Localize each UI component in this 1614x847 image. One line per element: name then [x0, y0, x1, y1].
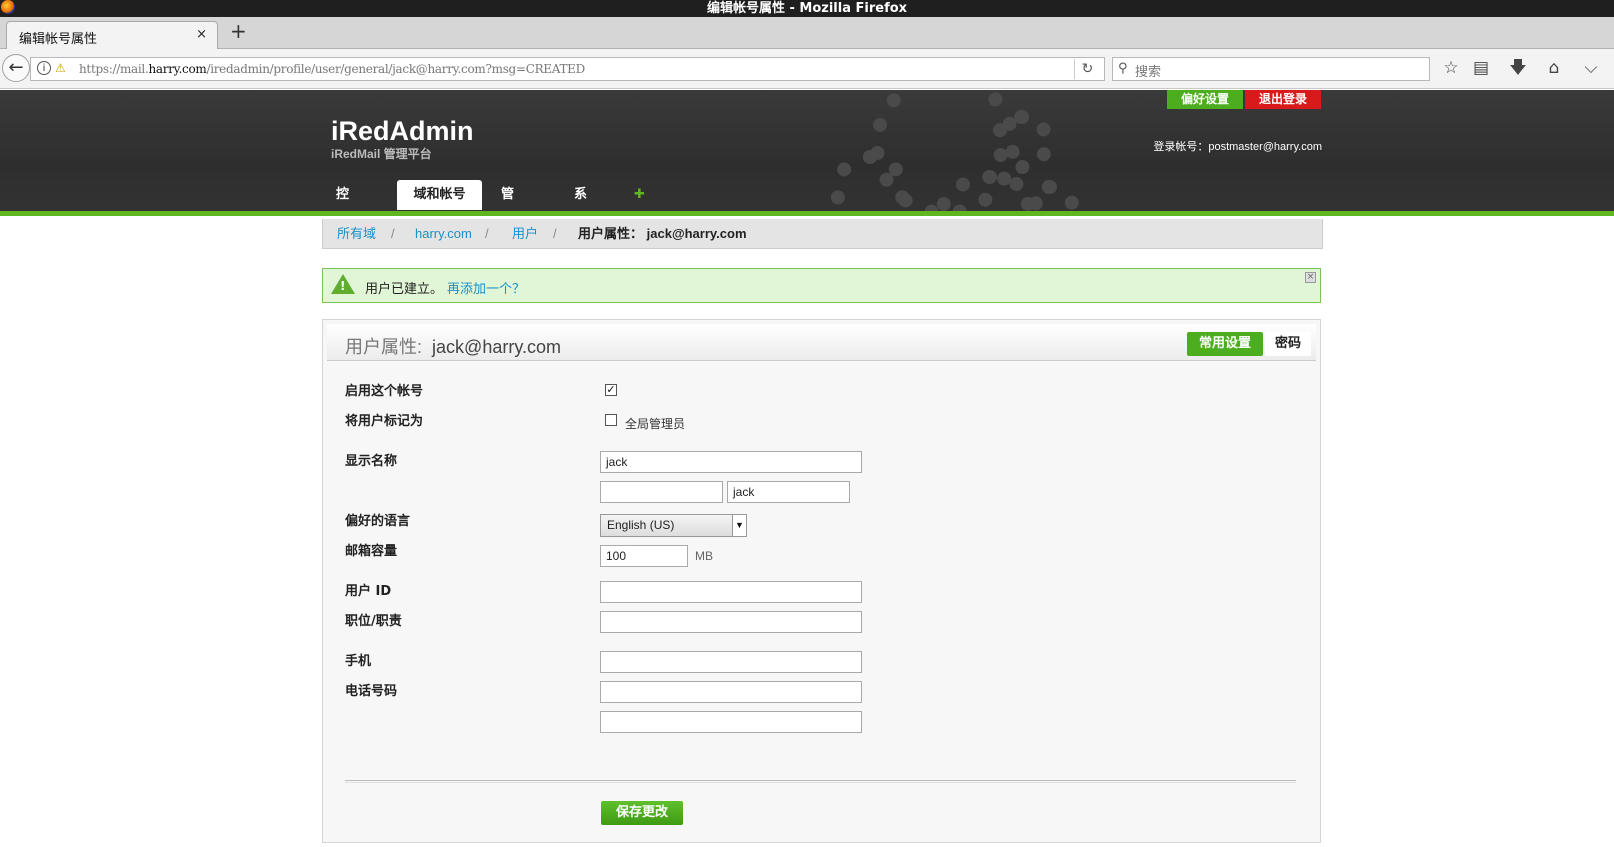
firefox-logo-icon	[1, 0, 15, 14]
search-placeholder: 搜索	[1135, 65, 1162, 80]
back-arrow-icon[interactable]: ←	[2, 54, 30, 82]
tab-general-settings[interactable]: 常用设置	[1187, 332, 1263, 356]
brand-subtitle: iRedMail 管理平台	[331, 147, 432, 161]
mobile-input[interactable]	[600, 651, 862, 673]
success-notice: 用户已建立。再添加一个？ ×	[322, 268, 1321, 303]
brand-title[interactable]: iRedAdmin	[331, 116, 474, 147]
preferences-button[interactable]: 偏好设置	[1167, 90, 1243, 109]
user-profile-box: 用户属性: jack@harry.com 常用设置 密码 启用这个帐号 ✓ 将用…	[322, 319, 1321, 843]
insecure-lock-icon[interactable]: ⚠	[55, 61, 69, 75]
window-title: 编辑帐号属性 - Mozilla Firefox	[706, 1, 908, 16]
download-icon[interactable]: 🡇	[1507, 57, 1529, 79]
browser-navbar: ← i ⚠ https://mail.harry.com/iredadmin/p…	[0, 49, 1614, 89]
save-changes-button[interactable]: 保存更改	[601, 801, 683, 825]
browser-tab[interactable]: 编辑帐号属性 ×	[6, 21, 218, 49]
language-value: English (US)	[607, 518, 675, 532]
home-icon[interactable]: ⌂	[1543, 57, 1565, 79]
search-icon: ⚲	[1118, 61, 1128, 76]
nav-admins[interactable]: 管理员	[492, 180, 523, 262]
enable-account-label: 启用这个帐号	[345, 384, 424, 399]
breadcrumb-users[interactable]: 用户	[512, 226, 538, 241]
mobile-label: 手机	[345, 654, 372, 669]
login-account-text: 登录帐号：postmaster@harry.com	[1153, 141, 1322, 153]
global-admin-label: 全局管理员	[625, 417, 686, 431]
new-tab-button[interactable]: +	[230, 21, 247, 41]
first-name-input[interactable]	[600, 481, 723, 503]
close-notice-icon[interactable]: ×	[1305, 272, 1316, 283]
tab-password[interactable]: 密码	[1265, 332, 1311, 356]
url-bar[interactable]: i ⚠ https://mail.harry.com/iredadmin/pro…	[30, 57, 1105, 81]
plus-icon: ✚	[634, 187, 645, 202]
url-text[interactable]: https://mail.harry.com/iredadmin/profile…	[79, 62, 585, 76]
mark-user-label: 将用户标记为	[345, 414, 424, 429]
logout-button[interactable]: 退出登录	[1245, 90, 1321, 109]
window-titlebar: 编辑帐号属性 - Mozilla Firefox	[0, 0, 1614, 17]
box-header: 用户属性: jack@harry.com 常用设置 密码	[327, 324, 1316, 361]
header-green-line	[0, 211, 1614, 216]
phone-input[interactable]	[600, 681, 862, 703]
info-icon[interactable]: i	[37, 61, 51, 75]
pocket-icon[interactable]: ⌵	[1580, 57, 1602, 79]
chevron-down-icon: ▼	[732, 515, 746, 536]
box-title: 用户属性: jack@harry.com	[345, 337, 561, 357]
breadcrumb-current: 用户属性： jack@harry.com	[578, 226, 747, 241]
nav-domains-accounts[interactable]: 域和帐号	[397, 180, 482, 210]
quota-unit: MB	[695, 549, 713, 563]
reading-list-icon[interactable]: ▤	[1470, 57, 1492, 79]
nav-system[interactable]: 系统	[565, 180, 596, 232]
breadcrumb-sep: /	[553, 226, 557, 241]
add-another-link[interactable]: 再添加一个？	[447, 282, 525, 297]
quota-label: 邮箱容量	[345, 544, 398, 559]
nav-dashboard[interactable]: 控制台	[327, 180, 358, 262]
reload-icon[interactable]: ↻	[1074, 59, 1100, 79]
tab-title: 编辑帐号属性	[19, 32, 98, 47]
search-input[interactable]: ⚲ 搜索	[1112, 57, 1430, 81]
alert-icon	[331, 274, 355, 294]
breadcrumb: 所有域 / harry.com / 用户 / 用户属性： jack@harry.…	[322, 219, 1323, 249]
user-id-label: 用户 ID	[345, 584, 392, 599]
breadcrumb-domain[interactable]: harry.com	[415, 226, 472, 241]
phone-label: 电话号码	[345, 684, 398, 699]
form-divider	[345, 780, 1296, 783]
display-name-label: 显示名称	[345, 454, 398, 469]
phone-input-extra[interactable]	[600, 711, 862, 733]
job-title-input[interactable]	[600, 611, 862, 633]
gears-decoration	[820, 90, 1100, 211]
last-name-input[interactable]: jack	[727, 481, 850, 503]
quota-input[interactable]: 100	[600, 545, 688, 567]
bookmark-star-icon[interactable]: ☆	[1440, 57, 1462, 79]
breadcrumb-all-domains[interactable]: 所有域	[337, 226, 376, 241]
global-admin-checkbox[interactable]	[605, 414, 617, 426]
language-label: 偏好的语言	[345, 514, 411, 529]
breadcrumb-sep: /	[391, 226, 395, 241]
breadcrumb-sep: /	[485, 226, 489, 241]
user-id-input[interactable]	[600, 581, 862, 603]
language-select[interactable]: English (US) ▼	[600, 514, 747, 537]
nav-add[interactable]: ✚ 添加...	[625, 180, 671, 262]
job-title-label: 职位/职责	[345, 614, 402, 629]
page-header	[0, 90, 1614, 216]
display-name-input[interactable]: jack	[600, 451, 862, 473]
enable-account-checkbox[interactable]: ✓	[605, 384, 617, 396]
notice-text: 用户已建立。 再添加一个？	[365, 282, 526, 297]
close-tab-icon[interactable]: ×	[196, 27, 207, 42]
